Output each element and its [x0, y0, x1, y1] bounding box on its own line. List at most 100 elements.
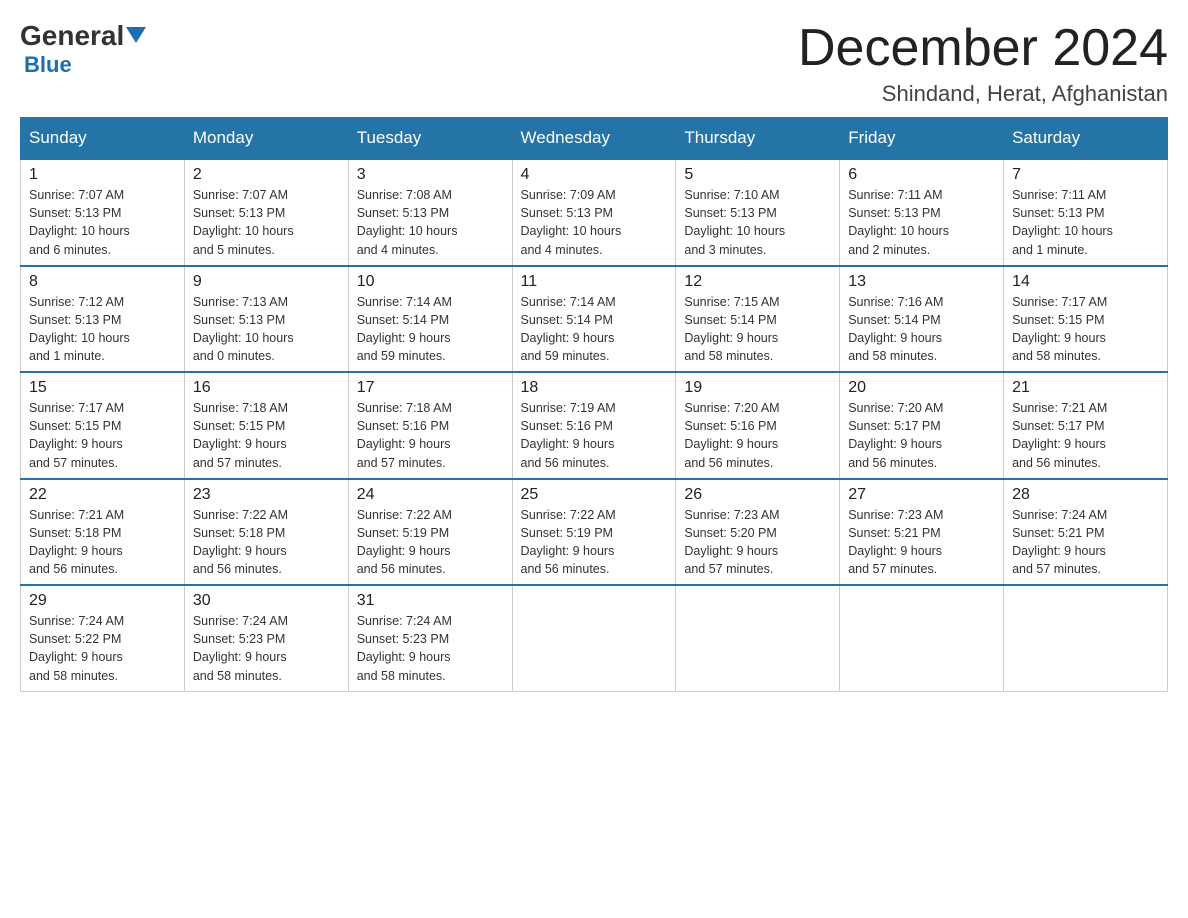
day-number: 7 [1012, 166, 1159, 184]
calendar-day-header: Wednesday [512, 118, 676, 160]
page-header: General Blue December 2024 Shindand, Her… [20, 20, 1168, 107]
day-number: 17 [357, 379, 504, 397]
calendar-day-cell: 24 Sunrise: 7:22 AM Sunset: 5:19 PM Dayli… [348, 479, 512, 586]
calendar-day-cell [840, 585, 1004, 691]
day-info: Sunrise: 7:08 AM Sunset: 5:13 PM Dayligh… [357, 186, 504, 259]
day-info: Sunrise: 7:20 AM Sunset: 5:17 PM Dayligh… [848, 399, 995, 472]
calendar-day-cell: 9 Sunrise: 7:13 AM Sunset: 5:13 PM Daylig… [184, 266, 348, 373]
day-info: Sunrise: 7:11 AM Sunset: 5:13 PM Dayligh… [1012, 186, 1159, 259]
day-number: 27 [848, 486, 995, 504]
calendar-day-cell: 19 Sunrise: 7:20 AM Sunset: 5:16 PM Dayli… [676, 372, 840, 479]
day-info: Sunrise: 7:20 AM Sunset: 5:16 PM Dayligh… [684, 399, 831, 472]
calendar-day-cell: 3 Sunrise: 7:08 AM Sunset: 5:13 PM Daylig… [348, 159, 512, 266]
calendar-day-cell: 28Sunrise: 7:24 AM Sunset: 5:21 PM Dayli… [1004, 479, 1168, 586]
calendar-day-cell: 8Sunrise: 7:12 AM Sunset: 5:13 PM Daylig… [21, 266, 185, 373]
day-number: 15 [29, 379, 176, 397]
calendar-day-header: Thursday [676, 118, 840, 160]
day-info: Sunrise: 7:09 AM Sunset: 5:13 PM Dayligh… [521, 186, 668, 259]
day-number: 29 [29, 592, 176, 610]
day-number: 10 [357, 273, 504, 291]
calendar-day-header: Tuesday [348, 118, 512, 160]
day-number: 26 [684, 486, 831, 504]
calendar-day-cell: 10 Sunrise: 7:14 AM Sunset: 5:14 PM Dayli… [348, 266, 512, 373]
day-number: 14 [1012, 273, 1159, 291]
logo-text: General [20, 20, 146, 52]
calendar-day-cell: 25 Sunrise: 7:22 AM Sunset: 5:19 PM Dayli… [512, 479, 676, 586]
logo-blue-label: Blue [24, 52, 72, 78]
calendar-day-cell: 4 Sunrise: 7:09 AM Sunset: 5:13 PM Daylig… [512, 159, 676, 266]
calendar-day-cell: 16 Sunrise: 7:18 AM Sunset: 5:15 PM Dayli… [184, 372, 348, 479]
calendar-day-cell [1004, 585, 1168, 691]
calendar-day-header: Sunday [21, 118, 185, 160]
calendar-day-cell: 17 Sunrise: 7:18 AM Sunset: 5:16 PM Dayli… [348, 372, 512, 479]
title-block: December 2024 Shindand, Herat, Afghanist… [798, 20, 1168, 107]
day-number: 4 [521, 166, 668, 184]
day-number: 3 [357, 166, 504, 184]
day-info: Sunrise: 7:15 AM Sunset: 5:14 PM Dayligh… [684, 293, 831, 366]
day-number: 11 [521, 273, 668, 291]
day-info: Sunrise: 7:11 AM Sunset: 5:13 PM Dayligh… [848, 186, 995, 259]
month-title: December 2024 [798, 20, 1168, 77]
day-number: 22 [29, 486, 176, 504]
day-info: Sunrise: 7:22 AM Sunset: 5:19 PM Dayligh… [357, 506, 504, 579]
calendar-day-cell: 20 Sunrise: 7:20 AM Sunset: 5:17 PM Dayli… [840, 372, 1004, 479]
day-info: Sunrise: 7:24 AM Sunset: 5:23 PM Dayligh… [357, 612, 504, 685]
day-info: Sunrise: 7:18 AM Sunset: 5:15 PM Dayligh… [193, 399, 340, 472]
logo-triangle-icon [126, 27, 146, 43]
calendar-day-cell: 23 Sunrise: 7:22 AM Sunset: 5:18 PM Dayli… [184, 479, 348, 586]
day-info: Sunrise: 7:18 AM Sunset: 5:16 PM Dayligh… [357, 399, 504, 472]
calendar-day-cell: 2Sunrise: 7:07 AM Sunset: 5:13 PM Daylig… [184, 159, 348, 266]
day-info: Sunrise: 7:17 AM Sunset: 5:15 PM Dayligh… [1012, 293, 1159, 366]
day-info: Sunrise: 7:14 AM Sunset: 5:14 PM Dayligh… [521, 293, 668, 366]
day-info: Sunrise: 7:21 AM Sunset: 5:17 PM Dayligh… [1012, 399, 1159, 472]
calendar-day-header: Monday [184, 118, 348, 160]
day-info: Sunrise: 7:10 AM Sunset: 5:13 PM Dayligh… [684, 186, 831, 259]
calendar-day-cell: 26Sunrise: 7:23 AM Sunset: 5:20 PM Dayli… [676, 479, 840, 586]
day-number: 1 [29, 166, 176, 184]
day-info: Sunrise: 7:23 AM Sunset: 5:21 PM Dayligh… [848, 506, 995, 579]
day-number: 13 [848, 273, 995, 291]
location-subtitle: Shindand, Herat, Afghanistan [798, 81, 1168, 107]
day-number: 25 [521, 486, 668, 504]
day-info: Sunrise: 7:22 AM Sunset: 5:18 PM Dayligh… [193, 506, 340, 579]
calendar-day-cell: 7 Sunrise: 7:11 AM Sunset: 5:13 PM Daylig… [1004, 159, 1168, 266]
day-info: Sunrise: 7:16 AM Sunset: 5:14 PM Dayligh… [848, 293, 995, 366]
day-info: Sunrise: 7:24 AM Sunset: 5:22 PM Dayligh… [29, 612, 176, 685]
calendar-day-cell: 13 Sunrise: 7:16 AM Sunset: 5:14 PM Dayli… [840, 266, 1004, 373]
day-number: 23 [193, 486, 340, 504]
day-info: Sunrise: 7:07 AM Sunset: 5:13 PM Dayligh… [29, 186, 176, 259]
day-number: 12 [684, 273, 831, 291]
calendar-day-cell: 22Sunrise: 7:21 AM Sunset: 5:18 PM Dayli… [21, 479, 185, 586]
calendar-day-cell: 1 Sunrise: 7:07 AM Sunset: 5:13 PM Daylig… [21, 159, 185, 266]
day-info: Sunrise: 7:24 AM Sunset: 5:21 PM Dayligh… [1012, 506, 1159, 579]
day-number: 9 [193, 273, 340, 291]
calendar-day-cell: 27 Sunrise: 7:23 AM Sunset: 5:21 PM Dayli… [840, 479, 1004, 586]
calendar-day-cell [676, 585, 840, 691]
day-number: 21 [1012, 379, 1159, 397]
day-info: Sunrise: 7:19 AM Sunset: 5:16 PM Dayligh… [521, 399, 668, 472]
calendar-day-cell: 18 Sunrise: 7:19 AM Sunset: 5:16 PM Dayli… [512, 372, 676, 479]
day-number: 18 [521, 379, 668, 397]
day-info: Sunrise: 7:13 AM Sunset: 5:13 PM Dayligh… [193, 293, 340, 366]
calendar-day-cell: 11 Sunrise: 7:14 AM Sunset: 5:14 PM Dayli… [512, 266, 676, 373]
day-number: 19 [684, 379, 831, 397]
day-number: 5 [684, 166, 831, 184]
day-number: 24 [357, 486, 504, 504]
calendar-header-row: SundayMondayTuesdayWednesdayThursdayFrid… [21, 118, 1168, 160]
day-number: 8 [29, 273, 176, 291]
calendar-day-header: Friday [840, 118, 1004, 160]
calendar-week-row: 22Sunrise: 7:21 AM Sunset: 5:18 PM Dayli… [21, 479, 1168, 586]
day-number: 20 [848, 379, 995, 397]
calendar-week-row: 1 Sunrise: 7:07 AM Sunset: 5:13 PM Daylig… [21, 159, 1168, 266]
calendar-week-row: 8Sunrise: 7:12 AM Sunset: 5:13 PM Daylig… [21, 266, 1168, 373]
calendar-day-cell: 30Sunrise: 7:24 AM Sunset: 5:23 PM Dayli… [184, 585, 348, 691]
day-number: 16 [193, 379, 340, 397]
calendar-day-header: Saturday [1004, 118, 1168, 160]
day-number: 6 [848, 166, 995, 184]
day-info: Sunrise: 7:14 AM Sunset: 5:14 PM Dayligh… [357, 293, 504, 366]
logo-general-text: General [20, 20, 124, 52]
calendar-day-cell: 5 Sunrise: 7:10 AM Sunset: 5:13 PM Daylig… [676, 159, 840, 266]
calendar-day-cell: 12 Sunrise: 7:15 AM Sunset: 5:14 PM Dayli… [676, 266, 840, 373]
day-info: Sunrise: 7:22 AM Sunset: 5:19 PM Dayligh… [521, 506, 668, 579]
calendar-day-cell: 15Sunrise: 7:17 AM Sunset: 5:15 PM Dayli… [21, 372, 185, 479]
